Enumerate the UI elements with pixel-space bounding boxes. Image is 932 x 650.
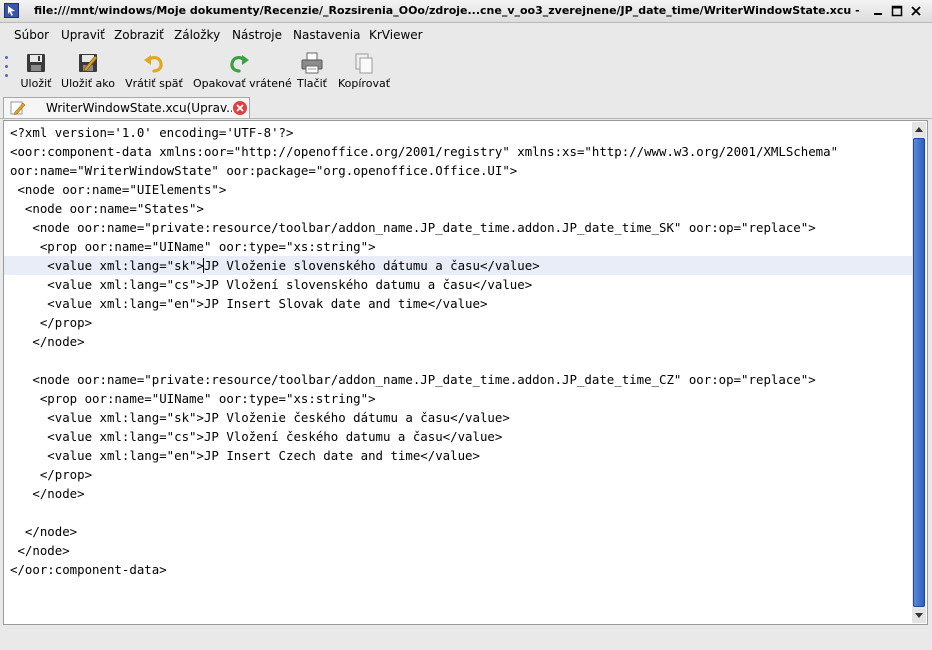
text-caret	[202, 258, 204, 273]
save-as-label: Uložiť ako	[61, 77, 115, 90]
menu-bookmarks[interactable]: Záložky	[174, 27, 220, 43]
scroll-up-icon[interactable]	[912, 122, 926, 136]
menu-krviewer[interactable]: KrViewer	[369, 27, 423, 43]
tab-writer-window-state[interactable]: WriterWindowState.xcu(Uprav...	[3, 97, 250, 118]
print-label: Tlačiť	[297, 77, 327, 90]
vertical-scrollbar[interactable]	[912, 122, 926, 623]
title-bar[interactable]: file:///mnt/windows/Moje dokumenty/Recen…	[0, 0, 932, 23]
edit-pencil-icon	[10, 101, 26, 115]
menu-file[interactable]: Súbor	[14, 27, 49, 43]
menu-settings[interactable]: Nastavenia	[293, 27, 360, 43]
undo-label: Vrátiť späť	[125, 77, 183, 90]
code-line[interactable]: </node>	[10, 522, 910, 541]
save-icon	[27, 54, 45, 72]
undo-button[interactable]: Vrátiť späť	[124, 51, 184, 91]
close-tab-icon[interactable]	[233, 101, 247, 115]
code-line[interactable]: <node oor:name="States">	[10, 199, 910, 218]
code-line[interactable]: </prop>	[10, 313, 910, 332]
close-icon[interactable]	[908, 3, 924, 19]
undo-icon	[144, 55, 163, 73]
code-line[interactable]	[10, 503, 910, 522]
code-line[interactable]: <prop oor:name="UIName" oor:type="xs:str…	[10, 389, 910, 408]
text-editor[interactable]: <?xml version='1.0' encoding='UTF-8'?> <o…	[3, 120, 928, 625]
code-line[interactable]: </node>	[10, 541, 910, 560]
scrollbar-thumb[interactable]	[913, 138, 925, 607]
code-line[interactable]: <value xml:lang="cs">JP Vložení českého …	[10, 427, 910, 446]
copy-label: Kopírovať	[338, 77, 391, 90]
maximize-icon[interactable]	[889, 3, 905, 19]
code-line[interactable]: <node oor:name="UIElements">	[10, 180, 910, 199]
scroll-down-icon[interactable]	[912, 609, 926, 623]
code-line[interactable]	[10, 351, 910, 370]
redo-label: Opakovať vrátené	[193, 77, 292, 90]
code-line[interactable]: <value xml:lang="en">JP Insert Slovak da…	[10, 294, 910, 313]
code-line[interactable]: <?xml version='1.0' encoding='UTF-8'?>	[10, 123, 910, 142]
code-line[interactable]: <value xml:lang="en">JP Insert Czech dat…	[10, 446, 910, 465]
code-area[interactable]: <?xml version='1.0' encoding='UTF-8'?> <o…	[4, 123, 916, 579]
code-line[interactable]: </oor:component-data>	[10, 560, 910, 579]
redo-button[interactable]: Opakovať vrátené	[193, 51, 292, 91]
menu-view[interactable]: Zobraziť	[114, 27, 164, 43]
status-bar	[0, 627, 932, 650]
menu-tools[interactable]: Nástroje	[232, 27, 282, 43]
copy-icon	[355, 53, 373, 74]
print-button[interactable]: Tlačiť	[294, 51, 330, 91]
tab-label: WriterWindowState.xcu(Uprav...	[46, 101, 232, 115]
krusader-app-icon[interactable]	[4, 3, 19, 18]
code-line[interactable]: <node oor:name="private:resource/toolbar…	[10, 218, 910, 237]
window-title: file:///mnt/windows/Moje dokumenty/Recen…	[34, 4, 862, 17]
code-line[interactable]: <node oor:name="private:resource/toolbar…	[10, 370, 910, 389]
code-line[interactable]: </node>	[10, 484, 910, 503]
save-as-icon	[79, 54, 98, 72]
tab-bar: WriterWindowState.xcu(Uprav...	[0, 96, 932, 119]
code-line[interactable]: </node>	[10, 332, 910, 351]
code-line[interactable]: <oor:component-data xmlns:oor="http://op…	[10, 142, 910, 161]
code-line[interactable]: <prop oor:name="UIName" oor:type="xs:str…	[10, 237, 910, 256]
save-label: Uložiť	[20, 77, 52, 90]
code-line[interactable]: <value xml:lang="sk">JP Vloženie českého…	[10, 408, 910, 427]
copy-button[interactable]: Kopírovať	[338, 51, 390, 91]
print-icon	[301, 52, 323, 74]
code-line[interactable]: oor:name="WriterWindowState" oor:package…	[10, 161, 910, 180]
minimize-icon[interactable]	[870, 3, 886, 19]
menu-bar: Súbor Upraviť Zobraziť Záložky Nástroje …	[0, 23, 932, 46]
code-line[interactable]: <value xml:lang="cs">JP Vložení slovensk…	[10, 275, 910, 294]
toolbar: Uložiť Uložiť ako Vrátiť späť Opakovať v…	[0, 47, 932, 94]
save-as-button[interactable]: Uložiť ako	[60, 51, 116, 91]
save-button[interactable]: Uložiť	[16, 51, 56, 91]
redo-icon	[230, 55, 249, 73]
menu-edit[interactable]: Upraviť	[61, 27, 105, 43]
toolbar-grip[interactable]	[5, 56, 9, 88]
code-line[interactable]: </prop>	[10, 465, 910, 484]
code-line[interactable]: <value xml:lang="sk">JP Vloženie slovens…	[4, 256, 916, 275]
